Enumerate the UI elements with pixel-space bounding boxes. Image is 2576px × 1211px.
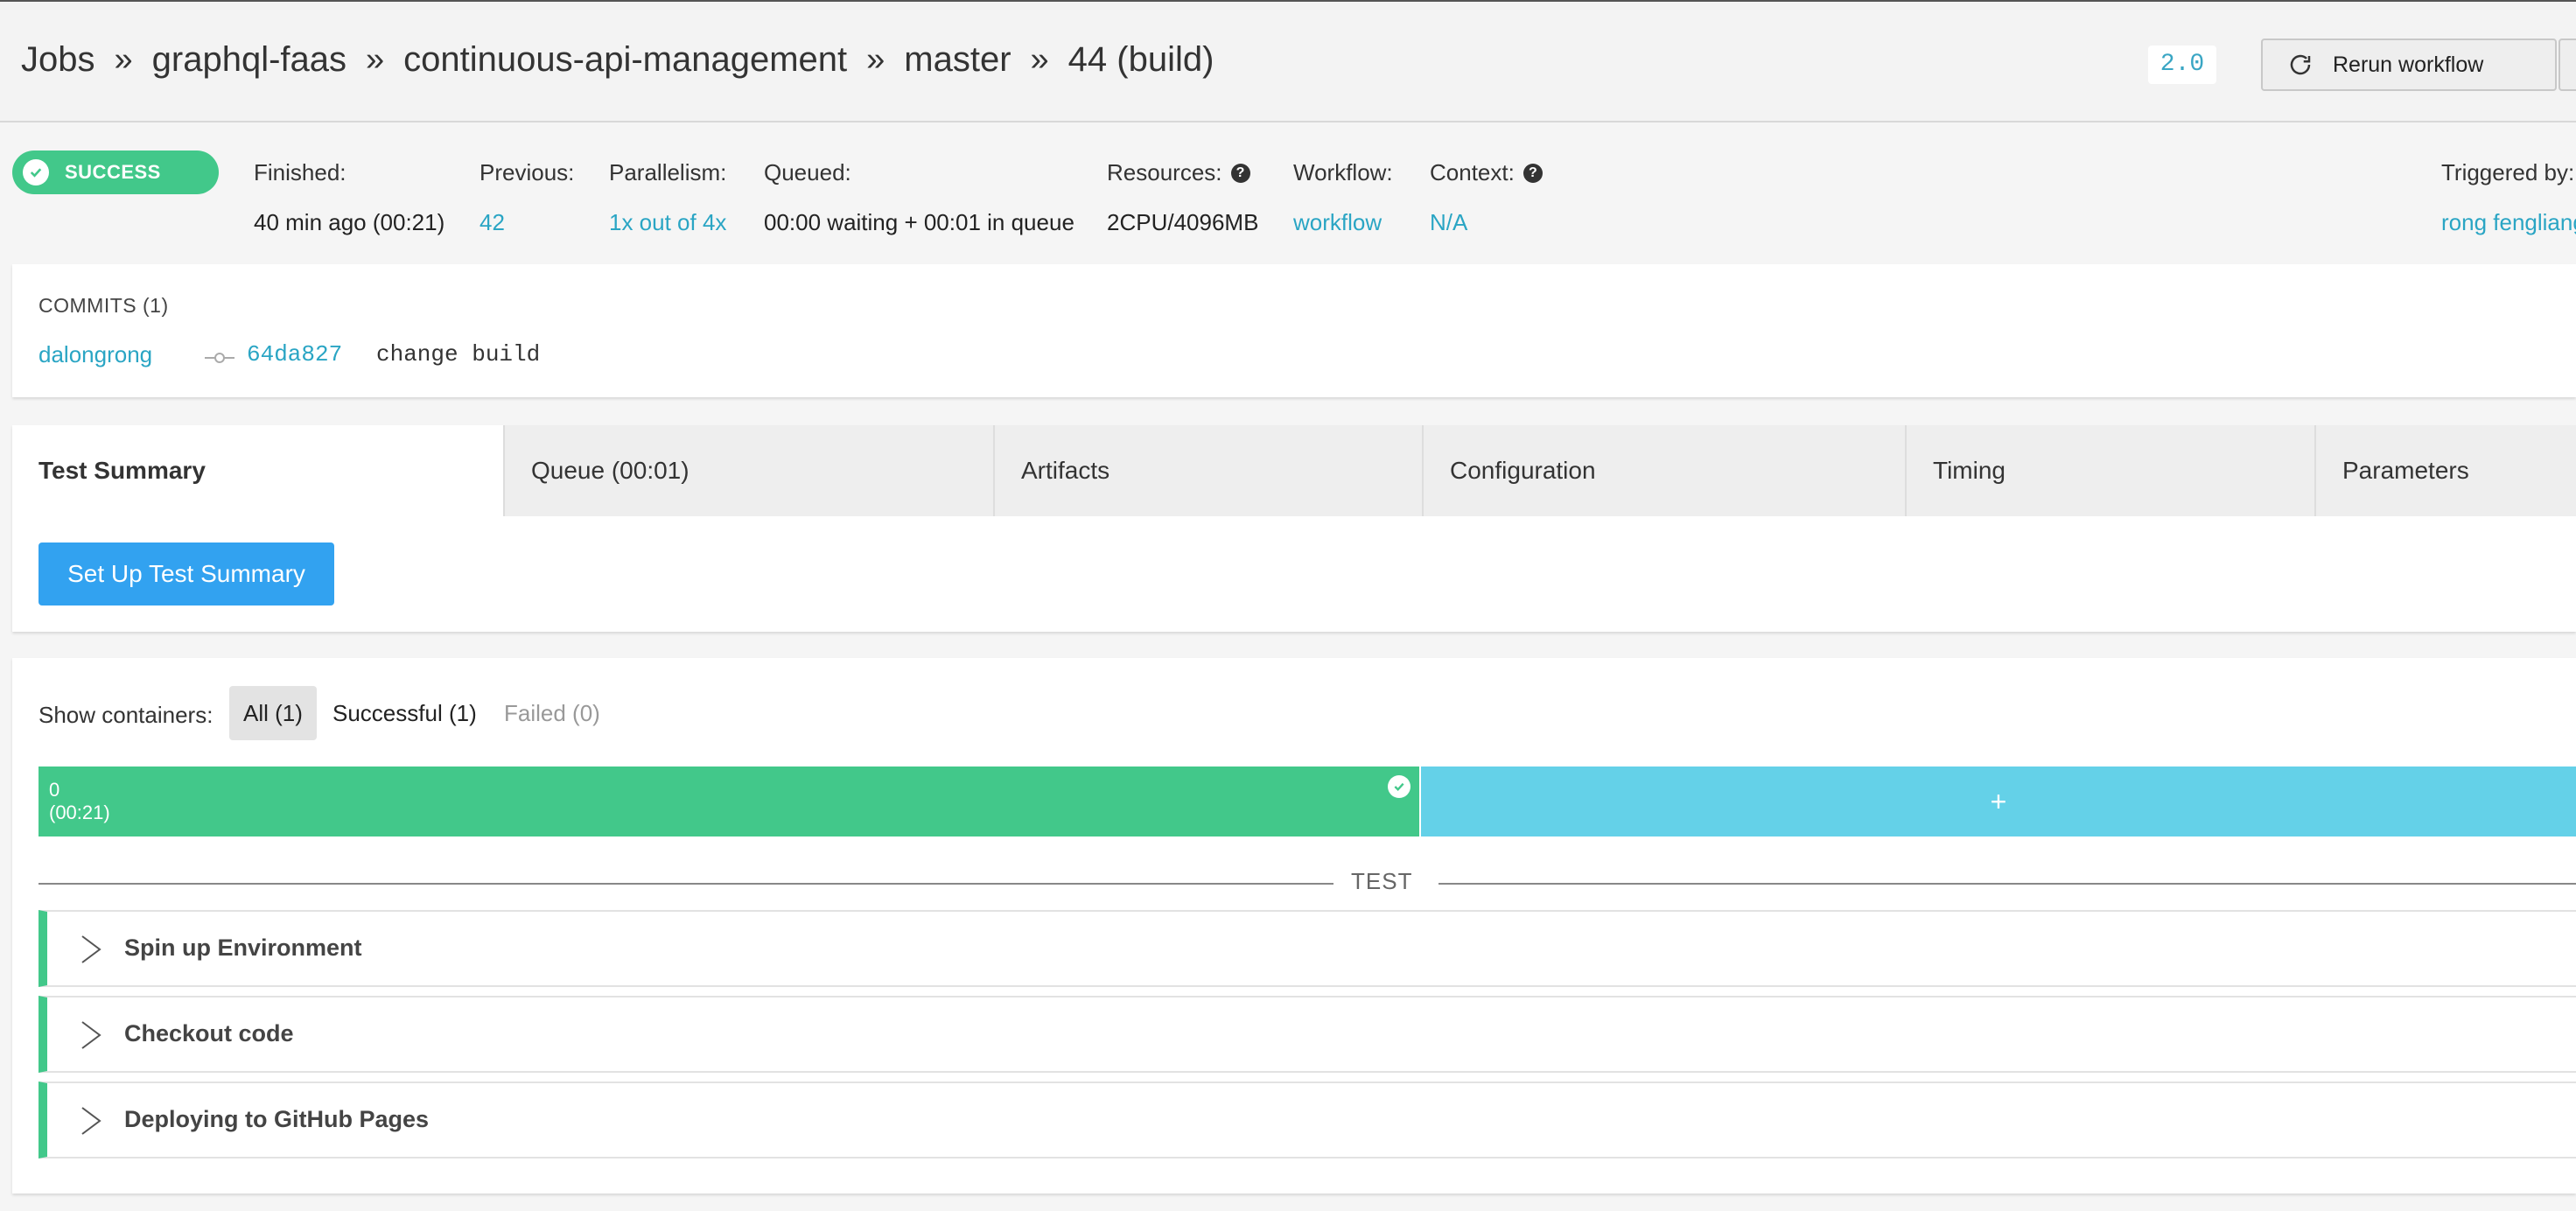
triggered-label: Triggered by: bbox=[2441, 159, 2575, 186]
tab-parameters[interactable]: Parameters bbox=[2316, 425, 2576, 516]
tab-artifacts[interactable]: Artifacts bbox=[995, 425, 1424, 516]
breadcrumb-jobs[interactable]: Jobs bbox=[21, 40, 95, 80]
resources-value: 2CPU/4096MB bbox=[1107, 209, 1259, 235]
breadcrumb-build: 44 (build) bbox=[1068, 40, 1214, 79]
chevron-right-icon bbox=[81, 1107, 102, 1135]
resources-label: Resources: bbox=[1107, 159, 1222, 186]
tab-configuration[interactable]: Configuration bbox=[1424, 425, 1907, 516]
container-index: 0 bbox=[49, 779, 60, 801]
breadcrumb-separator: » bbox=[1030, 41, 1049, 78]
commits-title: COMMITS (1) bbox=[38, 294, 169, 317]
previous-build-link[interactable]: 42 bbox=[480, 209, 574, 236]
context-link[interactable]: N/A bbox=[1430, 209, 1543, 236]
rerun-workflow-label: Rerun workflow bbox=[2333, 52, 2484, 77]
step-row[interactable]: Checkout code bbox=[38, 996, 2576, 1073]
chevron-right-icon bbox=[81, 935, 102, 963]
check-circle-icon bbox=[23, 159, 49, 186]
finished-label: Finished: bbox=[254, 159, 346, 186]
context-label: Context: bbox=[1430, 159, 1515, 186]
context-label-row: Context: ? bbox=[1430, 159, 1543, 186]
status-text: SUCCESS bbox=[65, 161, 161, 183]
parallelism-label: Parallelism: bbox=[609, 159, 727, 186]
page-header: Jobs » graphql-faas » continuous-api-man… bbox=[0, 2, 2576, 122]
tab-bar: Test Summary Queue (00:01) Artifacts Con… bbox=[12, 425, 2576, 516]
status-badge: SUCCESS bbox=[12, 150, 219, 194]
container-duration: (00:21) bbox=[49, 802, 110, 823]
step-name: Checkout code bbox=[124, 1020, 294, 1046]
parallelism-link[interactable]: 1x out of 4x bbox=[609, 209, 726, 236]
triggered-by-link[interactable]: rong fengliang bbox=[2441, 209, 2576, 236]
rerun-options-button[interactable] bbox=[2558, 38, 2576, 91]
tab-timing[interactable]: Timing bbox=[1907, 425, 2316, 516]
tabs-card: Test Summary Queue (00:01) Artifacts Con… bbox=[12, 425, 2576, 632]
finished-value: 40 min ago (00:21) bbox=[254, 209, 445, 235]
meta-previous: Previous: 42 bbox=[480, 159, 574, 236]
container-0-bar[interactable]: 0 (00:21) bbox=[38, 766, 1419, 836]
commit-author-link[interactable]: dalongrong bbox=[38, 341, 152, 368]
meta-finished: Finished: 40 min ago (00:21) bbox=[254, 159, 444, 236]
breadcrumb-org[interactable]: graphql-faas bbox=[152, 40, 346, 80]
meta-resources: Resources: ? 2CPU/4096MB bbox=[1107, 159, 1258, 236]
add-container-button[interactable]: + bbox=[1421, 766, 2576, 836]
breadcrumb: Jobs » graphql-faas » continuous-api-man… bbox=[21, 40, 1214, 80]
meta-workflow: Workflow: workflow bbox=[1293, 159, 1393, 236]
chevron-right-icon bbox=[81, 1021, 102, 1049]
step-row[interactable]: Spin up Environment bbox=[38, 910, 2576, 987]
step-name: Deploying to GitHub Pages bbox=[124, 1106, 430, 1132]
refresh-icon bbox=[2290, 54, 2311, 75]
meta-parallelism: Parallelism: 1x out of 4x bbox=[609, 159, 726, 236]
resources-label-row: Resources: ? bbox=[1107, 159, 1258, 186]
containers-card: Show containers: All (1) Successful (1) … bbox=[12, 658, 2576, 1194]
workflow-link[interactable]: workflow bbox=[1293, 209, 1393, 236]
meta-triggered: Triggered by: rong fengliang bbox=[2441, 159, 2576, 236]
meta-queued: Queued: 00:00 waiting + 00:01 in queue bbox=[764, 159, 1074, 236]
show-containers-label: Show containers: bbox=[38, 702, 214, 728]
meta-context: Context: ? N/A bbox=[1430, 159, 1543, 236]
queued-value: 00:00 waiting + 00:01 in queue bbox=[764, 209, 1074, 235]
queued-label: Queued: bbox=[764, 159, 851, 186]
commits-card: COMMITS (1) dalongrong 64da827 change bu… bbox=[12, 264, 2576, 397]
filter-failed-button[interactable]: Failed (0) bbox=[490, 686, 614, 740]
check-circle-icon bbox=[1388, 775, 1410, 798]
help-icon[interactable]: ? bbox=[1522, 163, 1543, 183]
breadcrumb-separator: » bbox=[366, 41, 385, 78]
step-name: Spin up Environment bbox=[124, 934, 362, 961]
breadcrumb-project[interactable]: continuous-api-management bbox=[403, 40, 847, 80]
previous-label: Previous: bbox=[480, 159, 575, 186]
step-row[interactable]: Deploying to GitHub Pages bbox=[38, 1082, 2576, 1158]
commit-message: change build bbox=[376, 341, 541, 368]
rerun-workflow-button[interactable]: Rerun workflow bbox=[2261, 38, 2557, 91]
set-up-test-summary-button[interactable]: Set Up Test Summary bbox=[38, 542, 334, 606]
filter-successful-button[interactable]: Successful (1) bbox=[318, 686, 491, 740]
breadcrumb-separator: » bbox=[866, 41, 886, 78]
tab-queue[interactable]: Queue (00:01) bbox=[505, 425, 995, 516]
section-divider-right bbox=[1438, 883, 2576, 885]
workflow-label: Workflow: bbox=[1293, 159, 1393, 186]
config-version-badge: 2.0 bbox=[2148, 46, 2216, 84]
breadcrumb-branch[interactable]: master bbox=[904, 40, 1011, 80]
tab-test-summary[interactable]: Test Summary bbox=[12, 425, 505, 516]
section-divider-left bbox=[38, 883, 1334, 885]
help-icon[interactable]: ? bbox=[1230, 163, 1250, 183]
commit-sha-link[interactable]: 64da827 bbox=[247, 341, 342, 368]
git-commit-icon bbox=[205, 353, 234, 363]
filter-all-button[interactable]: All (1) bbox=[229, 686, 317, 740]
section-label-test: TEST bbox=[1351, 868, 1413, 894]
breadcrumb-separator: » bbox=[114, 41, 133, 78]
